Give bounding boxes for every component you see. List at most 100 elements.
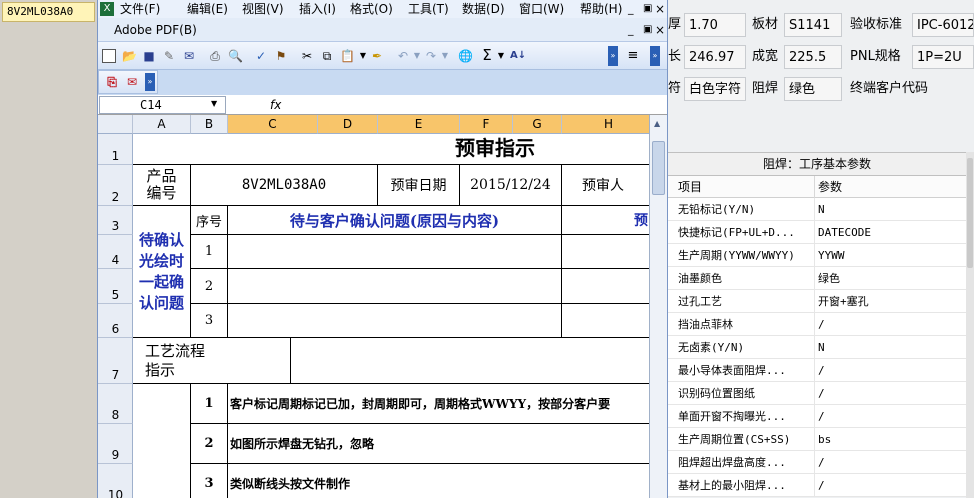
chevron-down-icon[interactable]: ▼: [211, 99, 217, 108]
param-row[interactable]: 快捷标记(FP+UL+D... DATECODE: [668, 221, 966, 244]
acceptance-standard-value[interactable]: IPC-6012: [912, 13, 974, 37]
minimize-icon[interactable]: _: [628, 0, 634, 18]
restore-icon[interactable]: ▣: [643, 0, 652, 18]
thickness-value[interactable]: 1.70: [684, 13, 746, 37]
column-header-f[interactable]: F: [460, 115, 513, 134]
col-item-header[interactable]: 项目: [678, 176, 702, 198]
close-icon[interactable]: ×: [655, 18, 665, 42]
param-row[interactable]: 过孔工艺 开窗+塞孔: [668, 290, 966, 313]
pending-issue-extra-cell[interactable]: [562, 304, 649, 338]
process-no-cell[interactable]: 3: [191, 464, 228, 498]
seq-cell[interactable]: 2: [191, 269, 228, 304]
solder-mask-value[interactable]: 绿色: [784, 77, 842, 101]
param-row[interactable]: 无铅标记(Y/N) N: [668, 198, 966, 221]
material-value[interactable]: S1141: [784, 13, 842, 37]
toolbar-options-icon[interactable]: »: [145, 73, 155, 91]
sort-icon[interactable]: A↓: [510, 49, 526, 63]
select-all-corner[interactable]: [98, 115, 133, 134]
silkscreen-value[interactable]: 白色字符: [684, 77, 746, 101]
chevron-down-icon[interactable]: ▼: [410, 49, 424, 63]
menu-window[interactable]: 窗口(W): [519, 0, 564, 18]
toolbar-options-icon[interactable]: »: [650, 46, 660, 66]
reviewer-label-cell[interactable]: 预审人: [562, 165, 649, 206]
scrollbar-thumb[interactable]: [652, 141, 665, 195]
menu-edit[interactable]: 编辑(E): [187, 0, 228, 18]
process-step-cell[interactable]: 客户标记周期标记已加，封周期即可，周期格式WWYY，按部分客户要: [228, 384, 649, 424]
menu-view[interactable]: 视图(V): [242, 0, 284, 18]
param-row[interactable]: 单面开窗不掏曝光... /: [668, 405, 966, 428]
fx-icon[interactable]: fx: [270, 95, 284, 115]
menu-adobe-pdf[interactable]: Adobe PDF(B): [114, 18, 197, 42]
pending-header-right-cell[interactable]: 预: [562, 206, 649, 235]
align-icon[interactable]: ≡: [626, 49, 640, 63]
format-painter-icon[interactable]: ✒: [370, 49, 384, 63]
menu-help[interactable]: 帮助(H): [580, 0, 622, 18]
column-header-g[interactable]: G: [513, 115, 562, 134]
param-row[interactable]: 油墨颜色 绿色: [668, 267, 966, 290]
pending-issue-extra-cell[interactable]: [562, 235, 649, 269]
cut-icon[interactable]: ✂: [300, 49, 314, 63]
column-header-c[interactable]: C: [228, 115, 318, 134]
pending-issue-cell[interactable]: [228, 235, 562, 269]
process-step-cell[interactable]: 类似断线头按文件制作: [228, 464, 649, 498]
open-icon[interactable]: 📂: [122, 49, 137, 63]
review-date-cell[interactable]: 2015/12/24: [460, 165, 562, 206]
param-row[interactable]: 基材上的最小阻焊... /: [668, 474, 966, 497]
save-icon[interactable]: ■: [142, 49, 156, 63]
length-value[interactable]: 246.97: [684, 45, 746, 69]
param-row[interactable]: 识别码位置图纸 /: [668, 382, 966, 405]
chevron-down-icon[interactable]: ▼: [438, 49, 452, 63]
panel-scrollbar[interactable]: [966, 152, 974, 498]
row-header[interactable]: 3: [98, 206, 133, 235]
param-row[interactable]: 无卤素(Y/N) N: [668, 336, 966, 359]
close-icon[interactable]: ×: [655, 0, 665, 18]
row-header[interactable]: 2: [98, 165, 133, 206]
product-no-cell[interactable]: 8V2ML038A0: [191, 165, 378, 206]
row-header[interactable]: 9: [98, 424, 133, 464]
excel-icon[interactable]: X: [100, 2, 114, 16]
research-icon[interactable]: ⚑: [274, 49, 288, 63]
process-no-cell[interactable]: 1: [191, 384, 228, 424]
permission-icon[interactable]: ✎: [162, 49, 176, 63]
row-header[interactable]: 10: [98, 464, 133, 498]
row-header[interactable]: 6: [98, 304, 133, 338]
param-row[interactable]: 挡油点菲林 /: [668, 313, 966, 336]
seq-label-cell[interactable]: 序号: [191, 206, 228, 235]
row-header[interactable]: 5: [98, 269, 133, 304]
pdf-convert-icon[interactable]: ⎘: [105, 75, 119, 89]
param-row[interactable]: 生产周期位置(CS+SS) bs: [668, 428, 966, 451]
param-row[interactable]: 最小导体表面阻焊... /: [668, 359, 966, 382]
print-preview-icon[interactable]: 🔍: [228, 49, 243, 63]
chevron-down-icon[interactable]: ▼: [494, 49, 508, 63]
seq-cell[interactable]: 3: [191, 304, 228, 338]
paste-icon[interactable]: 📋: [340, 49, 355, 63]
row-header[interactable]: 8: [98, 384, 133, 424]
param-row[interactable]: 生产周期(YYWW/WWYY) YYWW: [668, 244, 966, 267]
process-step-cell[interactable]: 如图所示焊盘无钻孔，忽略: [228, 424, 649, 464]
column-header-d[interactable]: D: [318, 115, 378, 134]
menu-data[interactable]: 数据(D): [462, 0, 505, 18]
menu-file[interactable]: 文件(F): [120, 0, 160, 18]
param-row[interactable]: 阻焊超出焊盘高度... /: [668, 451, 966, 474]
seq-cell[interactable]: 1: [191, 235, 228, 269]
scrollbar-thumb[interactable]: [967, 158, 973, 268]
pending-issue-cell[interactable]: [228, 304, 562, 338]
column-header-b[interactable]: B: [191, 115, 228, 134]
menu-format[interactable]: 格式(O): [350, 0, 393, 18]
product-no-label-cell[interactable]: 产品 编号: [133, 165, 191, 206]
process-no-cell[interactable]: 2: [191, 424, 228, 464]
copy-icon[interactable]: ⧉: [320, 49, 334, 63]
menu-insert[interactable]: 插入(I): [299, 0, 336, 18]
process-side-cell[interactable]: [133, 384, 191, 498]
autosum-icon[interactable]: Σ: [480, 48, 494, 63]
menu-tools[interactable]: 工具(T): [408, 0, 449, 18]
pdf-email-icon[interactable]: ✉: [125, 75, 139, 89]
pending-issues-label-cell[interactable]: 待确认 光绘时 一起确 认问题: [133, 206, 191, 338]
width-value[interactable]: 225.5: [784, 45, 842, 69]
sheet-title-cell[interactable]: 预审指示: [133, 134, 649, 165]
row-header[interactable]: 1: [98, 134, 133, 165]
pending-issue-extra-cell[interactable]: [562, 269, 649, 304]
process-blank-cell[interactable]: [228, 338, 649, 384]
toolbar-options-icon[interactable]: »: [608, 46, 618, 66]
print-icon[interactable]: ⎙: [208, 49, 222, 63]
